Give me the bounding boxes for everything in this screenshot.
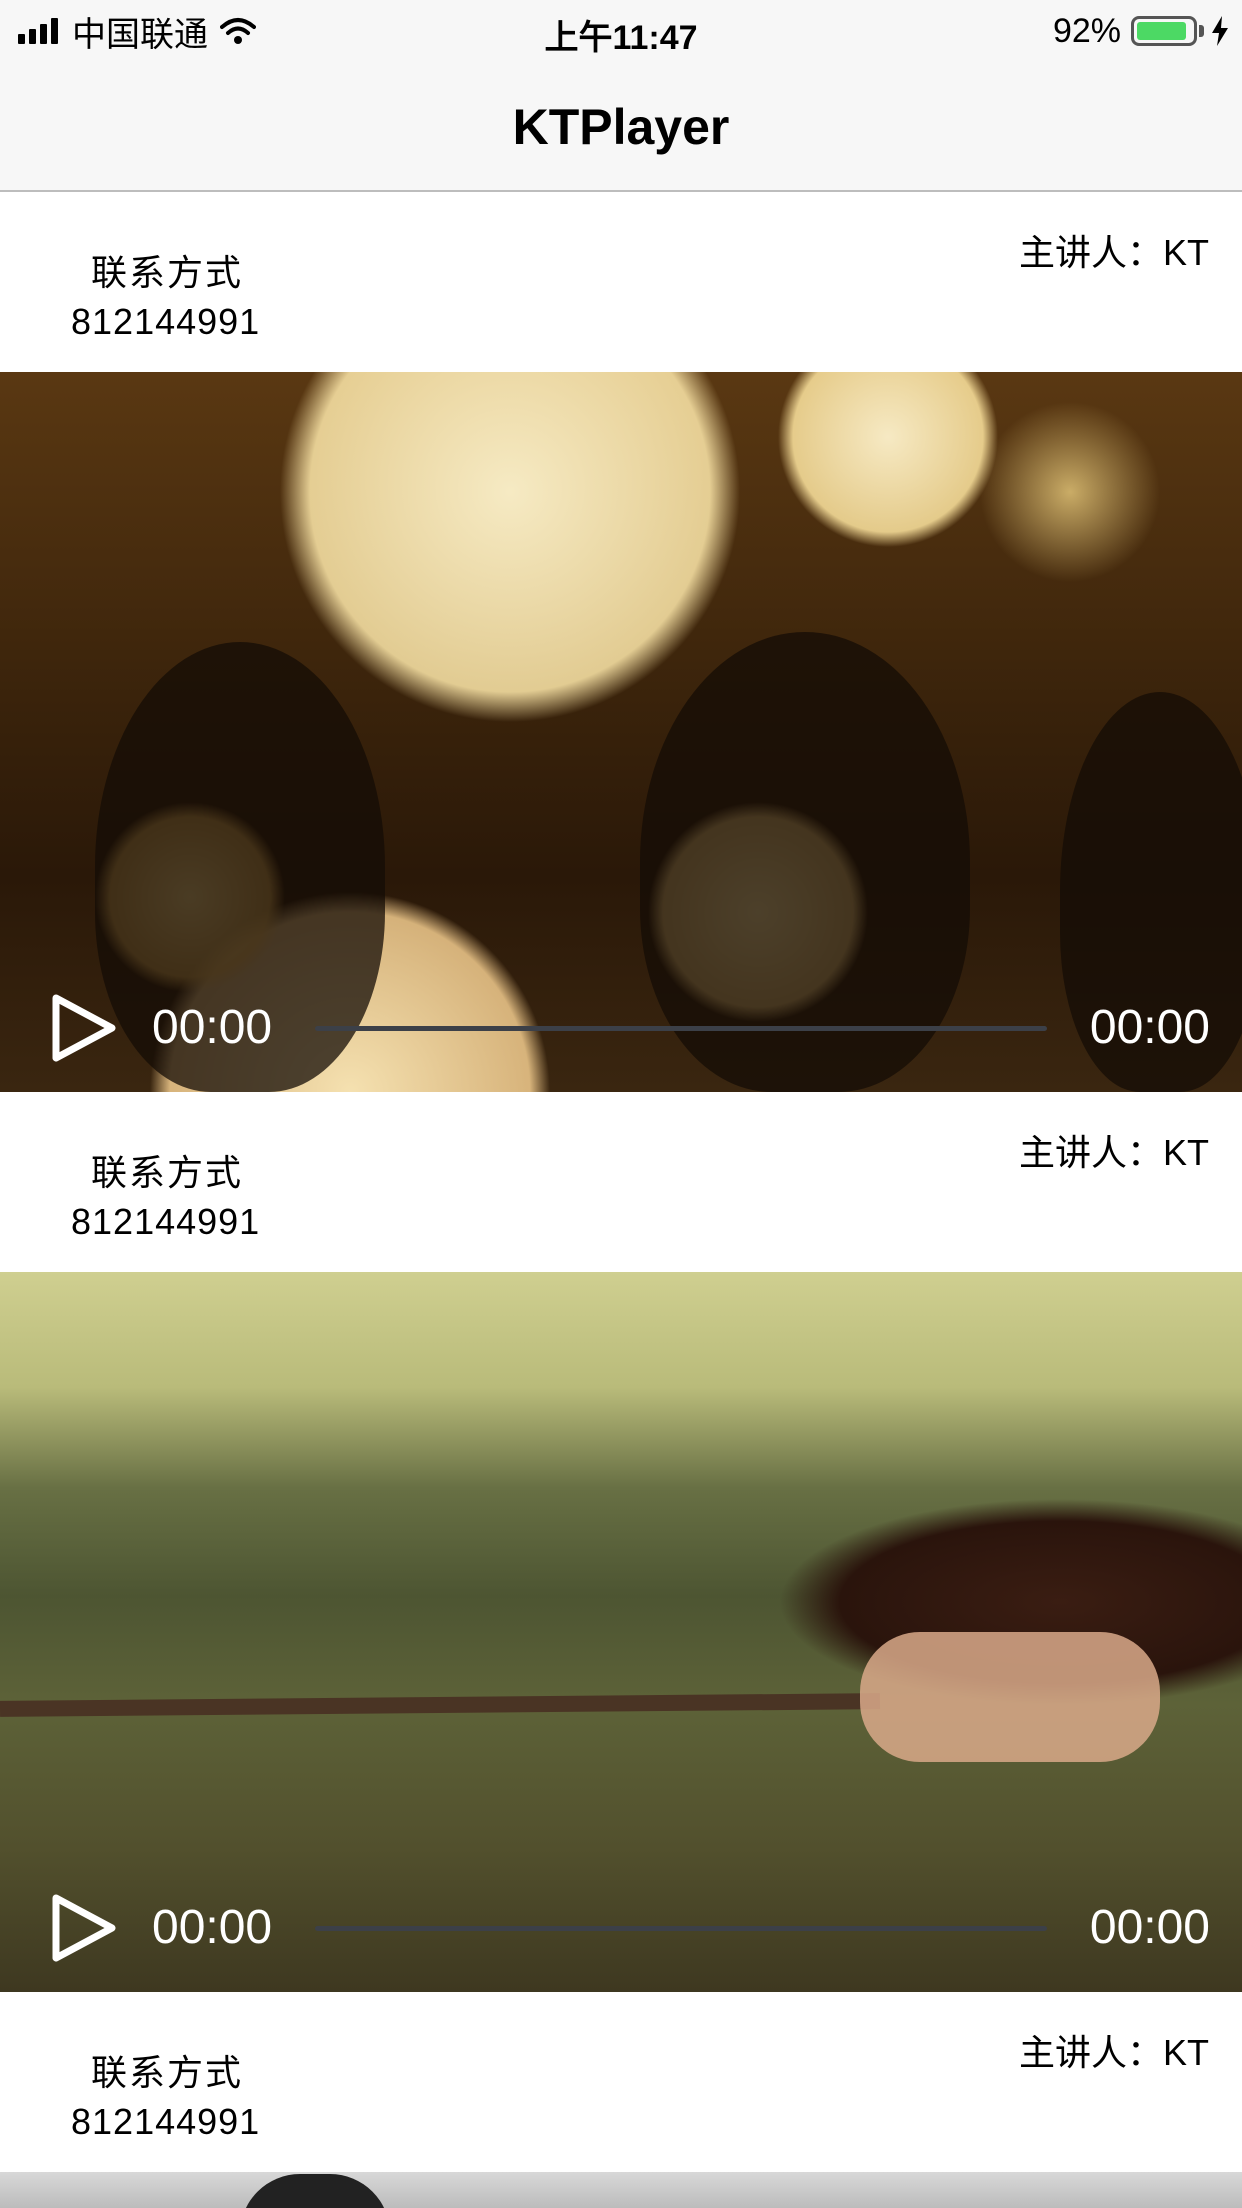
status-bar: 中国联通 上午11:47 92% — [0, 0, 1242, 60]
contact-number: 812144991 — [71, 2101, 261, 2142]
video-cell: 联系方式 812144991 主讲人：KT 00:00 00:00 — [0, 192, 1242, 1092]
contact-label: 联系方式 — [91, 2052, 244, 2093]
battery-fill — [1137, 22, 1187, 40]
contact-number: 812144991 — [71, 301, 261, 342]
cell-header: 联系方式 812144991 主讲人：KT — [0, 1092, 1242, 1272]
status-right: 92% — [1053, 10, 1228, 52]
current-time: 00:00 — [152, 1001, 273, 1054]
speaker-label: 主讲人：KT — [1018, 232, 1209, 273]
battery-nub — [1199, 25, 1204, 37]
play-icon[interactable] — [50, 992, 120, 1064]
player-controls: 00:00 00:00 — [0, 982, 1242, 1072]
video-player[interactable]: 00:00 00:00 — [0, 1272, 1242, 1992]
cell-header: 联系方式 812144991 主讲人：KT — [0, 192, 1242, 372]
contact-label: 联系方式 — [91, 1152, 244, 1193]
player-controls: 00:00 00:00 — [0, 1882, 1242, 1972]
video-cell: 联系方式 812144991 主讲人：KT 00:00 00:00 — [0, 1092, 1242, 1992]
battery-percent: 92% — [1052, 11, 1121, 50]
contact-number: 812144991 — [71, 1201, 261, 1242]
video-thumbnail-figure — [240, 2174, 390, 2208]
speaker-label: 主讲人：KT — [1018, 2032, 1209, 2073]
total-time: 00:00 — [1089, 1001, 1210, 1054]
progress-slider[interactable] — [315, 1026, 1047, 1031]
video-cell: 联系方式 812144991 主讲人：KT — [0, 1992, 1242, 2208]
video-thumbnail-figure — [860, 1632, 1160, 1762]
play-icon[interactable] — [50, 1892, 120, 1964]
contact-label: 联系方式 — [91, 252, 244, 293]
progress-slider[interactable] — [315, 1926, 1047, 1931]
video-player[interactable]: 00:00 00:00 — [0, 372, 1242, 1092]
video-thumbnail-rail — [0, 1693, 881, 1717]
charging-bolt-icon — [1212, 16, 1228, 46]
nav-bar: KTPlayer — [0, 60, 1242, 192]
battery-icon — [1131, 16, 1197, 46]
page-title: KTPlayer — [512, 99, 730, 155]
current-time: 00:00 — [152, 1901, 273, 1954]
total-time: 00:00 — [1089, 1901, 1210, 1954]
cell-header: 联系方式 812144991 主讲人：KT — [0, 1992, 1242, 2172]
video-player[interactable] — [0, 2172, 1242, 2208]
speaker-label: 主讲人：KT — [1018, 1132, 1209, 1173]
